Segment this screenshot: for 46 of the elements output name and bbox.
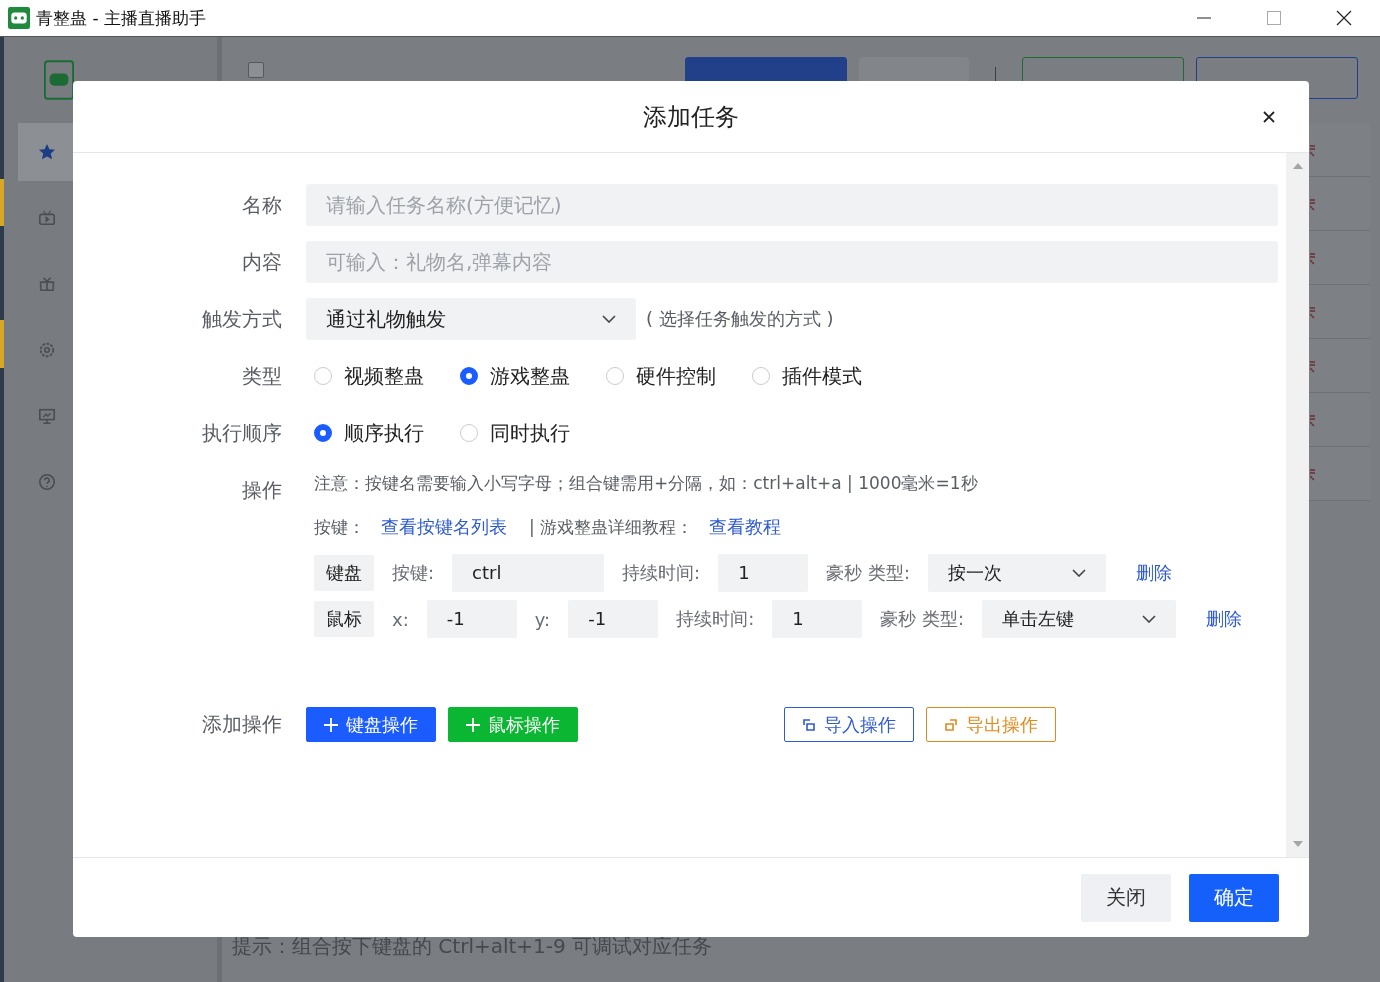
input-field[interactable]: -1 bbox=[568, 600, 659, 638]
field-label: y: bbox=[534, 608, 551, 630]
input-field[interactable]: 1 bbox=[718, 554, 809, 592]
field-label: 持续时间: bbox=[676, 607, 755, 631]
key-list-link[interactable]: 查看按键名列表 bbox=[381, 515, 507, 539]
radio-label: 视频整蛊 bbox=[344, 362, 424, 390]
radio-label: 游戏整蛊 bbox=[490, 362, 570, 390]
input-field[interactable]: ctrl bbox=[452, 554, 605, 592]
operation-tag: 鼠标 bbox=[314, 601, 374, 637]
input-field[interactable]: -1 bbox=[426, 600, 517, 638]
radio-label: 顺序执行 bbox=[344, 419, 424, 447]
delete-link[interactable]: 删除 bbox=[1135, 561, 1172, 585]
dialog-button[interactable]: 确定 bbox=[1189, 873, 1279, 922]
radio-label: 插件模式 bbox=[782, 362, 862, 390]
note-text: 注意：按键名需要输入小写字母；组合键需用+分隔，如：ctrl+alt+a | 1000毫米=1秒 bbox=[314, 472, 979, 495]
field-label: 豪秒 类型: bbox=[826, 561, 910, 585]
tutorial-label: | 游戏整蛊详细教程： bbox=[529, 515, 694, 539]
form-label: 添加操作 bbox=[201, 711, 283, 738]
form-label: 执行顺序 bbox=[201, 419, 283, 447]
form-label: 名称 bbox=[241, 191, 283, 219]
form-label: 类型 bbox=[241, 362, 283, 390]
window-title: 青整蛊 - 主播直播助手 bbox=[36, 6, 206, 30]
radio-label: 硬件控制 bbox=[636, 362, 716, 390]
field-label: 持续时间: bbox=[622, 561, 701, 585]
text-field[interactable]: 可输入：礼物名,弹幕内容 bbox=[306, 241, 1278, 283]
add-operation-button[interactable]: 导入操作 bbox=[784, 707, 914, 742]
form-label: 触发方式 bbox=[201, 305, 283, 333]
type-select[interactable]: 按一次 bbox=[927, 554, 1106, 592]
text-field[interactable]: 请输入任务名称(方便记忆) bbox=[306, 184, 1278, 226]
keys-label: 按键： bbox=[314, 515, 365, 539]
add-operation-button[interactable]: 键盘操作 bbox=[306, 707, 436, 742]
dialog-button[interactable]: 关闭 bbox=[1081, 873, 1171, 922]
tutorial-link[interactable]: 查看教程 bbox=[709, 515, 782, 539]
dialog-title: 添加任务 bbox=[643, 101, 739, 133]
field-label: x: bbox=[392, 608, 409, 630]
field-label: 豪秒 类型: bbox=[880, 607, 964, 631]
radio-label: 同时执行 bbox=[490, 419, 570, 447]
input-field[interactable]: 1 bbox=[772, 600, 863, 638]
delete-link[interactable]: 删除 bbox=[1206, 607, 1242, 631]
helper-text: ( 选择任务触发的方式 ) bbox=[646, 307, 834, 331]
form-label: 内容 bbox=[241, 248, 283, 276]
operation-tag: 键盘 bbox=[314, 555, 374, 591]
field-label: 按键: bbox=[392, 561, 435, 585]
type-select[interactable]: 单击左键 bbox=[982, 600, 1176, 638]
form-label: 操作 bbox=[241, 477, 283, 504]
trigger-select[interactable]: 通过礼物触发 bbox=[306, 298, 636, 340]
